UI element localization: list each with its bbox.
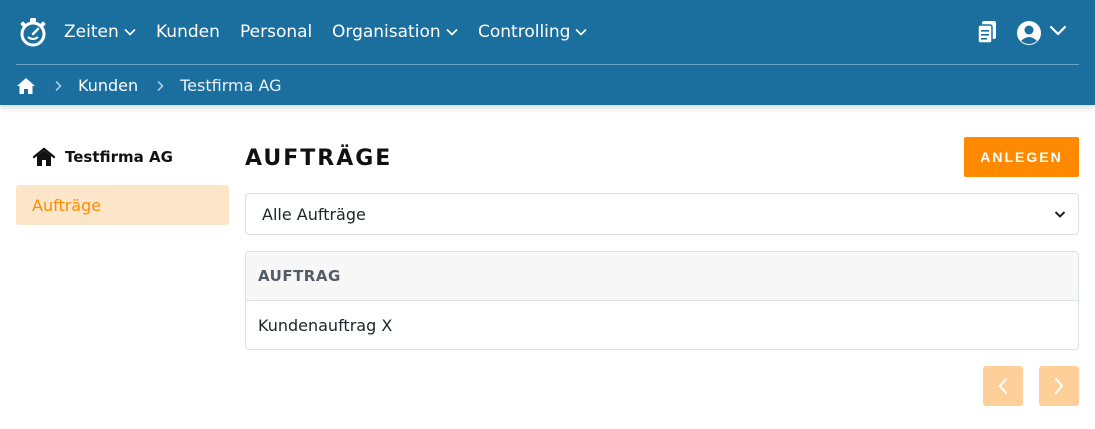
order-filter-select[interactable]: Alle Aufträge <box>245 193 1079 235</box>
page-title: AUFTRÄGE <box>245 146 393 171</box>
orders-table: AUFTRAG Kundenauftrag X <box>245 251 1079 350</box>
chevron-right-icon <box>55 80 62 92</box>
create-button[interactable]: ANLEGEN <box>964 137 1079 177</box>
table-cell: Kundenauftrag X <box>258 315 393 335</box>
nav-item-label: Organisation <box>332 22 441 42</box>
breadcrumb-kunden[interactable]: Kunden <box>78 75 138 97</box>
nav-item-label: Zeiten <box>64 22 119 42</box>
nav-item-organisation[interactable]: Organisation <box>332 20 458 44</box>
house-icon <box>33 147 55 166</box>
nav-item-kunden[interactable]: Kunden <box>156 20 220 44</box>
breadcrumb: Kunden Testfirma AG <box>16 72 282 100</box>
sidebar-title: Testfirma AG <box>65 148 173 166</box>
nav-item-controlling[interactable]: Controlling <box>478 20 588 44</box>
next-page-button[interactable] <box>1039 366 1079 406</box>
table-row[interactable]: Kundenauftrag X <box>246 301 1078 349</box>
chevron-down-icon <box>575 28 588 36</box>
table-header: AUFTRAG <box>246 252 1078 301</box>
stopwatch-icon[interactable] <box>17 16 49 48</box>
previous-page-button[interactable] <box>983 366 1023 406</box>
user-circle-icon[interactable] <box>1016 20 1042 46</box>
chevron-right-icon <box>1055 378 1064 394</box>
clipboard-icon[interactable] <box>976 20 998 44</box>
main-nav: Zeiten Kunden Personal Organisation Cont… <box>0 0 1095 64</box>
sidebar-header: Testfirma AG <box>33 145 173 169</box>
chevron-down-icon <box>1054 211 1066 218</box>
chevron-down-icon <box>446 28 458 36</box>
sidebar-item-auftraege[interactable]: Aufträge <box>16 185 229 225</box>
chevron-right-icon <box>157 80 164 92</box>
chevron-down-icon <box>124 28 136 36</box>
nav-item-zeiten[interactable]: Zeiten <box>64 20 136 44</box>
nav-item-label: Controlling <box>478 22 571 42</box>
chevron-down-icon[interactable] <box>1049 25 1067 37</box>
select-value: Alle Aufträge <box>262 204 366 224</box>
chevron-left-icon <box>998 378 1007 394</box>
column-header-auftrag: AUFTRAG <box>258 267 341 285</box>
nav-item-label: Personal <box>240 22 313 42</box>
home-icon[interactable] <box>16 76 36 96</box>
nav-item-personal[interactable]: Personal <box>240 20 312 44</box>
nav-item-label: Kunden <box>156 22 220 42</box>
top-header: Zeiten Kunden Personal Organisation Cont… <box>0 0 1095 105</box>
breadcrumb-current: Testfirma AG <box>180 76 282 95</box>
nav-divider <box>16 64 1079 65</box>
